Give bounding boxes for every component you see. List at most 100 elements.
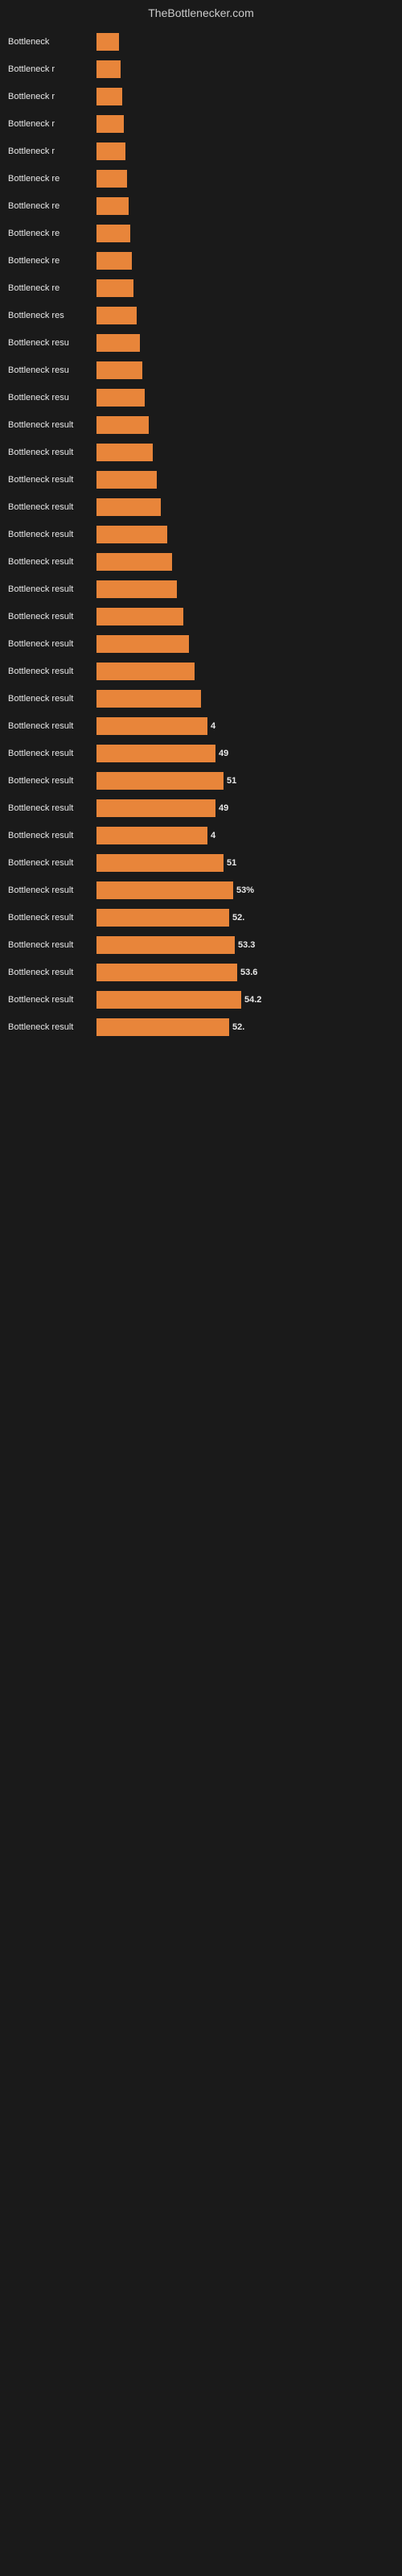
bar — [96, 60, 121, 78]
bar-wrap — [96, 523, 394, 546]
bar-label: Bottleneck result — [8, 886, 96, 895]
bar-row: Bottleneck result — [8, 660, 394, 683]
bar-value: 51 — [227, 776, 236, 786]
bar-wrap: 54.2 — [96, 989, 394, 1011]
bar-value: 54.2 — [244, 995, 261, 1005]
bar-wrap — [96, 304, 394, 327]
bar — [96, 361, 142, 379]
bar-row: Bottleneck result — [8, 605, 394, 628]
bar-wrap — [96, 31, 394, 53]
bar-wrap — [96, 85, 394, 108]
bar-label: Bottleneck result — [8, 557, 96, 567]
bar-label: Bottleneck result — [8, 667, 96, 676]
bar-row: Bottleneck result — [8, 551, 394, 573]
bar-row: Bottleneck re — [8, 277, 394, 299]
bar-label: Bottleneck r — [8, 64, 96, 74]
bar-row: Bottleneck result — [8, 496, 394, 518]
bar — [96, 307, 137, 324]
bar-row: Bottleneck result — [8, 633, 394, 655]
bar-row: Bottleneck r — [8, 140, 394, 163]
bar-row: Bottleneck result — [8, 523, 394, 546]
bar-label: Bottleneck result — [8, 913, 96, 923]
bar-label: Bottleneck result — [8, 968, 96, 977]
bar-row: Bottleneck result — [8, 469, 394, 491]
bar-row: Bottleneck result 53.3 — [8, 934, 394, 956]
bar-label: Bottleneck re — [8, 256, 96, 266]
bar-wrap: 53% — [96, 879, 394, 902]
bar-label: Bottleneck — [8, 37, 96, 47]
bar — [96, 115, 124, 133]
bar-label: Bottleneck result — [8, 1022, 96, 1032]
bar-wrap: 52. — [96, 1016, 394, 1038]
bar — [96, 498, 161, 516]
bar-row: Bottleneck r — [8, 58, 394, 80]
bar-wrap — [96, 58, 394, 80]
bar — [96, 389, 145, 407]
bar — [96, 88, 122, 105]
bar-label: Bottleneck result — [8, 475, 96, 485]
bar-wrap — [96, 386, 394, 409]
bar-label: Bottleneck result — [8, 940, 96, 950]
bar — [96, 252, 132, 270]
bar-wrap — [96, 195, 394, 217]
bar-row: Bottleneck re — [8, 167, 394, 190]
bar-wrap — [96, 496, 394, 518]
bar-label: Bottleneck res — [8, 311, 96, 320]
bar-wrap — [96, 250, 394, 272]
bar-row: Bottleneck re — [8, 250, 394, 272]
bar-wrap — [96, 660, 394, 683]
bar-label: Bottleneck result — [8, 502, 96, 512]
bar — [96, 635, 189, 653]
bar-label: Bottleneck re — [8, 201, 96, 211]
bar — [96, 608, 183, 625]
bar-row: Bottleneck result — [8, 414, 394, 436]
bar-label: Bottleneck result — [8, 831, 96, 840]
bar-wrap — [96, 140, 394, 163]
bar-row: Bottleneck res — [8, 304, 394, 327]
bar-label: Bottleneck result — [8, 749, 96, 758]
bar — [96, 526, 167, 543]
bar-row: Bottleneck resu — [8, 386, 394, 409]
bar-wrap — [96, 441, 394, 464]
bar — [96, 881, 233, 899]
bar-wrap: 53.6 — [96, 961, 394, 984]
bar-row: Bottleneck r — [8, 85, 394, 108]
bar — [96, 964, 237, 981]
bar-label: Bottleneck result — [8, 420, 96, 430]
bar-wrap — [96, 414, 394, 436]
bar-wrap — [96, 469, 394, 491]
bar-row: Bottleneck result4 — [8, 715, 394, 737]
bar-label: Bottleneck re — [8, 174, 96, 184]
bar-value: 53.3 — [238, 940, 255, 950]
bar-row: Bottleneck result 53% — [8, 879, 394, 902]
bar-label: Bottleneck result — [8, 612, 96, 621]
bar — [96, 936, 235, 954]
bar-wrap: 4 — [96, 824, 394, 847]
bar-wrap: 52. — [96, 906, 394, 929]
bar-wrap — [96, 332, 394, 354]
bar — [96, 827, 207, 844]
bar-label: Bottleneck r — [8, 119, 96, 129]
bar — [96, 170, 127, 188]
bar-label: Bottleneck result — [8, 776, 96, 786]
bar-row: Bottleneck result52. — [8, 1016, 394, 1038]
bar-wrap — [96, 605, 394, 628]
bar-wrap — [96, 687, 394, 710]
bar — [96, 663, 195, 680]
bar-row: Bottleneck result52. — [8, 906, 394, 929]
bar-row: Bottleneck re — [8, 195, 394, 217]
bar-label: Bottleneck re — [8, 283, 96, 293]
bar-value: 4 — [211, 721, 215, 731]
bar-label: Bottleneck result — [8, 530, 96, 539]
bar-label: Bottleneck r — [8, 92, 96, 101]
bar-wrap: 51 — [96, 770, 394, 792]
bar-row: Bottleneck result — [8, 578, 394, 601]
bar-wrap: 4 — [96, 715, 394, 737]
bar — [96, 334, 140, 352]
bar-value: 49 — [219, 803, 228, 813]
site-title: TheBottlenecker.com — [0, 0, 402, 23]
bar-value: 49 — [219, 749, 228, 758]
bar-value: 51 — [227, 858, 236, 868]
bar — [96, 553, 172, 571]
bar-value: 53% — [236, 886, 254, 895]
